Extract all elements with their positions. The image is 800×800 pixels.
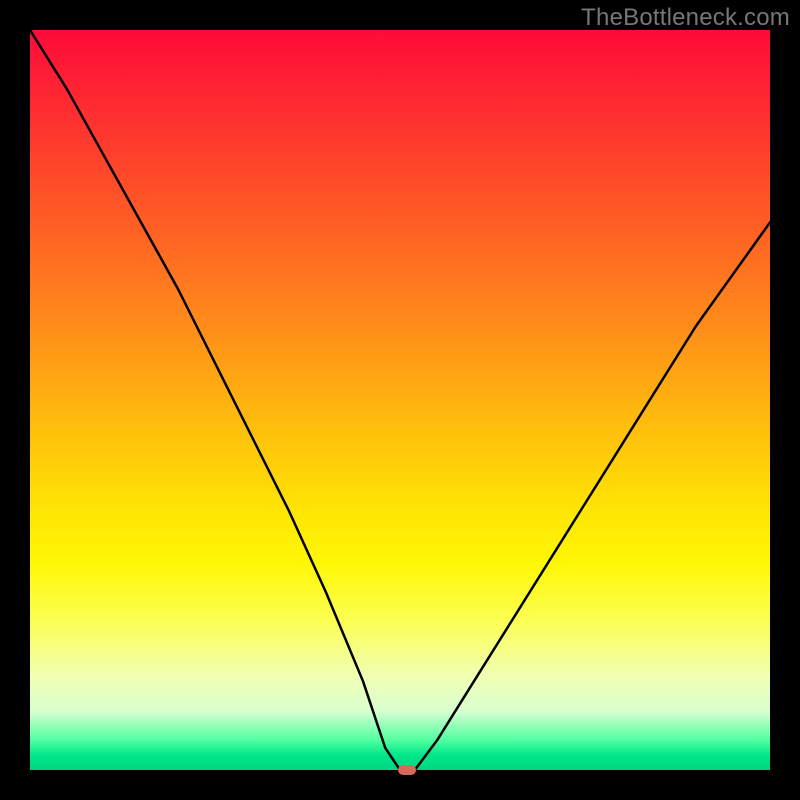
optimal-marker [398,765,416,775]
bottleneck-curve [30,30,770,770]
watermark-label: TheBottleneck.com [581,4,790,32]
chart-frame: TheBottleneck.com [0,0,800,800]
plot-area [30,30,770,770]
